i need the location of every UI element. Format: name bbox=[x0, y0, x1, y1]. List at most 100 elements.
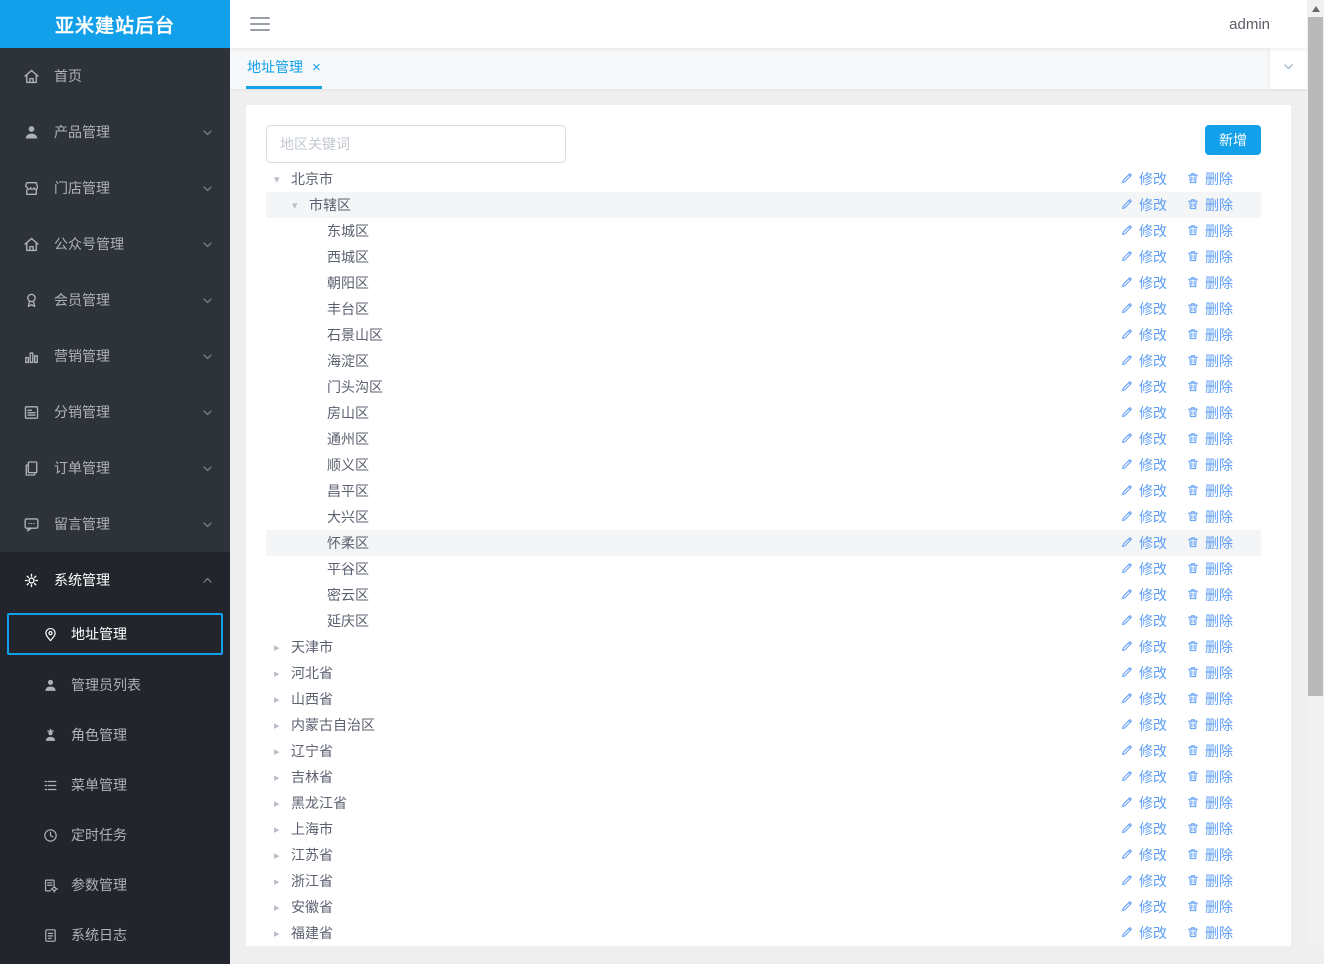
edit-link[interactable]: 修改 bbox=[1120, 377, 1167, 397]
edit-link[interactable]: 修改 bbox=[1120, 533, 1167, 553]
tree-row[interactable]: ▸ 安徽省 修改 删除 bbox=[266, 894, 1261, 920]
edit-link[interactable]: 修改 bbox=[1120, 325, 1167, 345]
tree-caret-icon[interactable]: ▸ bbox=[274, 667, 288, 680]
tree-caret-icon[interactable]: ▸ bbox=[274, 927, 288, 940]
delete-link[interactable]: 删除 bbox=[1186, 767, 1233, 787]
delete-link[interactable]: 删除 bbox=[1186, 559, 1233, 579]
delete-link[interactable]: 删除 bbox=[1186, 637, 1233, 657]
edit-link[interactable]: 修改 bbox=[1120, 507, 1167, 527]
region-keyword-input[interactable] bbox=[266, 125, 566, 163]
sidebar-item-distribution[interactable]: 分销管理 bbox=[0, 384, 230, 440]
sidebar-item-stores[interactable]: 门店管理 bbox=[0, 160, 230, 216]
delete-link[interactable]: 删除 bbox=[1186, 455, 1233, 475]
delete-link[interactable]: 删除 bbox=[1186, 221, 1233, 241]
edit-link[interactable]: 修改 bbox=[1120, 611, 1167, 631]
delete-link[interactable]: 删除 bbox=[1186, 663, 1233, 683]
tree-caret-icon[interactable]: ▸ bbox=[274, 901, 288, 914]
tree-row[interactable]: ▸ 浙江省 修改 删除 bbox=[266, 868, 1261, 894]
tree-caret-icon[interactable]: ▾ bbox=[274, 173, 288, 186]
edit-link[interactable]: 修改 bbox=[1120, 923, 1167, 943]
sidebar-subitem-roles[interactable]: 角色管理 bbox=[0, 710, 230, 760]
tree-caret-icon[interactable]: ▸ bbox=[274, 693, 288, 706]
edit-link[interactable]: 修改 bbox=[1120, 403, 1167, 423]
sidebar-item-orders[interactable]: 订单管理 bbox=[0, 440, 230, 496]
edit-link[interactable]: 修改 bbox=[1120, 169, 1167, 189]
tree-row[interactable]: 密云区 修改 删除 bbox=[266, 582, 1261, 608]
delete-link[interactable]: 删除 bbox=[1186, 923, 1233, 943]
sidebar-item-home[interactable]: 首页 bbox=[0, 48, 230, 104]
tree-row[interactable]: ▸ 吉林省 修改 删除 bbox=[266, 764, 1261, 790]
delete-link[interactable]: 删除 bbox=[1186, 741, 1233, 761]
delete-link[interactable]: 删除 bbox=[1186, 481, 1233, 501]
tree-row[interactable]: 房山区 修改 删除 bbox=[266, 400, 1261, 426]
edit-link[interactable]: 修改 bbox=[1120, 689, 1167, 709]
sidebar-item-members[interactable]: 会员管理 bbox=[0, 272, 230, 328]
tree-row[interactable]: ▸ 黑龙江省 修改 删除 bbox=[266, 790, 1261, 816]
hamburger-menu-icon[interactable] bbox=[250, 17, 270, 31]
tree-row[interactable]: 大兴区 修改 删除 bbox=[266, 504, 1261, 530]
edit-link[interactable]: 修改 bbox=[1120, 221, 1167, 241]
delete-link[interactable]: 删除 bbox=[1186, 715, 1233, 735]
tree-row[interactable]: ▸ 辽宁省 修改 删除 bbox=[266, 738, 1261, 764]
tree-row[interactable]: 西城区 修改 删除 bbox=[266, 244, 1261, 270]
edit-link[interactable]: 修改 bbox=[1120, 429, 1167, 449]
tree-row[interactable]: ▾ 北京市 修改 删除 bbox=[266, 166, 1261, 192]
tab-close-icon[interactable]: × bbox=[312, 60, 321, 75]
sidebar-subitem-logs[interactable]: 系统日志 bbox=[0, 910, 230, 960]
edit-link[interactable]: 修改 bbox=[1120, 767, 1167, 787]
tree-row[interactable]: 东城区 修改 删除 bbox=[266, 218, 1261, 244]
tree-row[interactable]: 石景山区 修改 删除 bbox=[266, 322, 1261, 348]
tree-caret-icon[interactable]: ▸ bbox=[274, 797, 288, 810]
delete-link[interactable]: 删除 bbox=[1186, 273, 1233, 293]
edit-link[interactable]: 修改 bbox=[1120, 819, 1167, 839]
tree-row[interactable]: ▸ 山西省 修改 删除 bbox=[266, 686, 1261, 712]
tree-row[interactable]: ▸ 内蒙古自治区 修改 删除 bbox=[266, 712, 1261, 738]
tree-caret-icon[interactable]: ▾ bbox=[292, 199, 306, 212]
sidebar-subitem-params[interactable]: 参数管理 bbox=[0, 860, 230, 910]
delete-link[interactable]: 删除 bbox=[1186, 585, 1233, 605]
delete-link[interactable]: 删除 bbox=[1186, 247, 1233, 267]
edit-link[interactable]: 修改 bbox=[1120, 247, 1167, 267]
sidebar-item-official-accounts[interactable]: 公众号管理 bbox=[0, 216, 230, 272]
edit-link[interactable]: 修改 bbox=[1120, 845, 1167, 865]
sidebar-item-messages[interactable]: 留言管理 bbox=[0, 496, 230, 552]
delete-link[interactable]: 删除 bbox=[1186, 377, 1233, 397]
tree-row[interactable]: ▸ 河北省 修改 删除 bbox=[266, 660, 1261, 686]
delete-link[interactable]: 删除 bbox=[1186, 871, 1233, 891]
sidebar-subitem-cron[interactable]: 定时任务 bbox=[0, 810, 230, 860]
edit-link[interactable]: 修改 bbox=[1120, 299, 1167, 319]
edit-link[interactable]: 修改 bbox=[1120, 871, 1167, 891]
tree-row[interactable]: 昌平区 修改 删除 bbox=[266, 478, 1261, 504]
delete-link[interactable]: 删除 bbox=[1186, 429, 1233, 449]
sidebar-subitem-addresses[interactable]: 地址管理 bbox=[7, 613, 223, 655]
delete-link[interactable]: 删除 bbox=[1186, 611, 1233, 631]
sidebar-subitem-admin-list[interactable]: 管理员列表 bbox=[0, 660, 230, 710]
tree-row[interactable]: 平谷区 修改 删除 bbox=[266, 556, 1261, 582]
delete-link[interactable]: 删除 bbox=[1186, 819, 1233, 839]
tab-address-management[interactable]: 地址管理 × bbox=[246, 48, 322, 89]
tree-row[interactable]: ▸ 上海市 修改 删除 bbox=[266, 816, 1261, 842]
tree-caret-icon[interactable]: ▸ bbox=[274, 719, 288, 732]
edit-link[interactable]: 修改 bbox=[1120, 663, 1167, 683]
page-scrollbar[interactable] bbox=[1307, 0, 1324, 946]
tree-row[interactable]: 延庆区 修改 删除 bbox=[266, 608, 1261, 634]
edit-link[interactable]: 修改 bbox=[1120, 481, 1167, 501]
delete-link[interactable]: 删除 bbox=[1186, 403, 1233, 423]
add-button[interactable]: 新增 bbox=[1205, 125, 1261, 155]
edit-link[interactable]: 修改 bbox=[1120, 793, 1167, 813]
edit-link[interactable]: 修改 bbox=[1120, 897, 1167, 917]
tree-caret-icon[interactable]: ▸ bbox=[274, 823, 288, 836]
delete-link[interactable]: 删除 bbox=[1186, 793, 1233, 813]
tab-options-button[interactable] bbox=[1270, 48, 1307, 89]
tree-row[interactable]: ▸ 天津市 修改 删除 bbox=[266, 634, 1261, 660]
tree-row[interactable]: ▾ 市辖区 修改 删除 bbox=[266, 192, 1261, 218]
edit-link[interactable]: 修改 bbox=[1120, 455, 1167, 475]
delete-link[interactable]: 删除 bbox=[1186, 533, 1233, 553]
sidebar-item-products[interactable]: 产品管理 bbox=[0, 104, 230, 160]
delete-link[interactable]: 删除 bbox=[1186, 325, 1233, 345]
delete-link[interactable]: 删除 bbox=[1186, 689, 1233, 709]
scrollbar-up-arrow[interactable] bbox=[1307, 0, 1324, 17]
edit-link[interactable]: 修改 bbox=[1120, 273, 1167, 293]
edit-link[interactable]: 修改 bbox=[1120, 585, 1167, 605]
tree-row[interactable]: 门头沟区 修改 删除 bbox=[266, 374, 1261, 400]
